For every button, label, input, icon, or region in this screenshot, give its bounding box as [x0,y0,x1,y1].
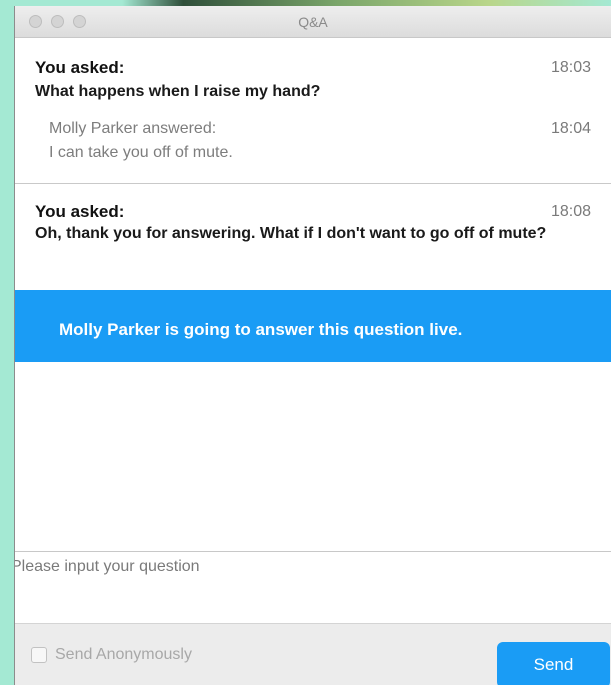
question-asker: You asked: [35,58,125,77]
question-item: You asked: 18:03 What happens when I rai… [15,38,611,184]
footer-bar: Send Anonymously Send [15,624,611,685]
question-asker: You asked: [35,202,125,221]
send-anonymously-checkbox[interactable] [31,647,47,663]
question-time: 18:03 [550,59,591,76]
answer-time: 18:04 [550,120,591,137]
messages-empty-area [15,362,611,552]
answer-header: Molly Parker answered: [49,120,217,137]
question-time: 18:08 [550,203,591,220]
question-input-area [15,552,611,628]
question-text: What happens when I raise my hand? [35,83,321,100]
window-title: Q&A [298,14,328,30]
send-anonymously-option[interactable]: Send Anonymously [31,646,192,664]
send-button[interactable]: Send [497,642,610,685]
live-answer-banner: Molly Parker is going to answer this que… [15,290,611,362]
qa-window: Q&A You asked: 18:03 What happens when I… [14,6,611,685]
question-item: You asked: 18:08 Oh, thank you for answe… [15,184,611,290]
question-text: Oh, thank you for answering. What if I d… [35,225,547,242]
question-input[interactable] [15,552,611,628]
title-bar: Q&A [15,6,611,38]
answer-text: I can take you off of mute. [49,144,233,161]
send-anonymously-label: Send Anonymously [55,646,192,663]
